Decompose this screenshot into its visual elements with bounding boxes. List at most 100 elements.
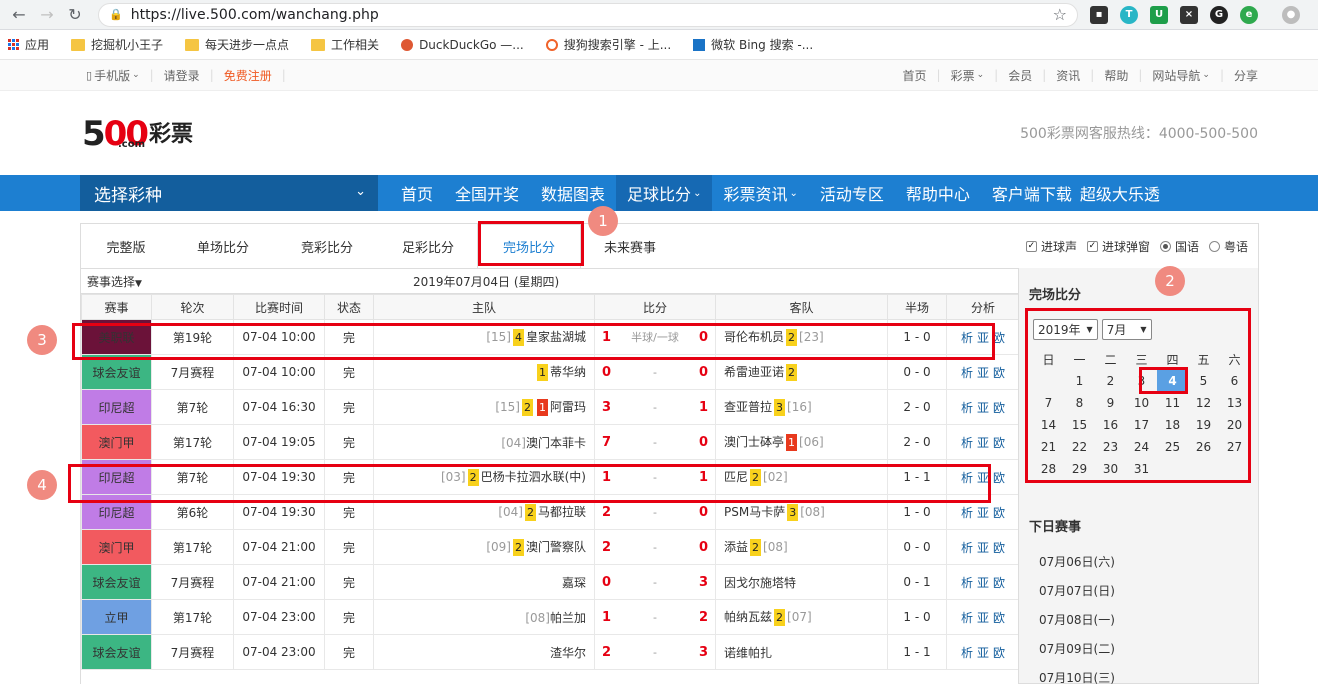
analysis-link[interactable]: 析	[961, 646, 973, 660]
profile-icon[interactable]: ●	[1282, 5, 1300, 24]
away-team-name[interactable]: 匹尼	[724, 470, 748, 484]
evernote-icon[interactable]: e	[1240, 5, 1258, 24]
away-team-name[interactable]: 因戈尔施塔特	[724, 576, 796, 590]
league-cell[interactable]: 美职联	[81, 319, 152, 355]
calendar-day[interactable]: 24	[1126, 436, 1157, 458]
calendar-day[interactable]: 27	[1219, 436, 1250, 458]
calendar-day[interactable]: 8	[1064, 392, 1095, 414]
league-cell[interactable]: 球会友谊	[81, 634, 152, 670]
euro-odds-link[interactable]: 欧	[993, 331, 1005, 345]
calendar-day[interactable]: 20	[1219, 414, 1250, 436]
home-team-name[interactable]: 蒂华纳	[550, 365, 586, 379]
calendar-day[interactable]: 6	[1219, 370, 1250, 392]
euro-odds-link[interactable]: 欧	[993, 611, 1005, 625]
forward-icon[interactable]: →	[36, 4, 58, 26]
calendar-day[interactable]: 26	[1188, 436, 1219, 458]
analysis-link[interactable]: 析	[961, 331, 973, 345]
extension-icon[interactable]: ×	[1180, 5, 1198, 24]
asian-odds-link[interactable]: 亚	[977, 331, 989, 345]
euro-odds-link[interactable]: 欧	[993, 366, 1005, 380]
topbar-link-news[interactable]: 资讯	[1056, 67, 1080, 84]
calendar-day[interactable]: 31	[1126, 458, 1157, 480]
next-day-link[interactable]: 07月08日(一)	[1039, 605, 1258, 634]
away-team-name[interactable]: 添益	[724, 540, 748, 554]
calendar-day[interactable]: 7	[1033, 392, 1064, 414]
asian-odds-link[interactable]: 亚	[977, 576, 989, 590]
address-bar[interactable]: 🔒 https://live.500.com/wanchang.php ☆	[98, 2, 1078, 27]
euro-odds-link[interactable]: 欧	[993, 506, 1005, 520]
extension-icon[interactable]: T	[1120, 5, 1138, 24]
away-team-name[interactable]: 帕纳瓦兹	[724, 610, 772, 624]
tab-jingcai[interactable]: 竞彩比分	[275, 224, 379, 269]
calendar-day[interactable]: 28	[1033, 458, 1064, 480]
bookmark-star-icon[interactable]: ☆	[1053, 5, 1067, 24]
calendar-day[interactable]: 11	[1157, 392, 1188, 414]
calendar-day[interactable]: 17	[1126, 414, 1157, 436]
bookmark-duckduckgo[interactable]: DuckDuckGo —...	[401, 38, 524, 52]
calendar-day[interactable]: 9	[1095, 392, 1126, 414]
league-cell[interactable]: 立甲	[81, 599, 152, 635]
asian-odds-link[interactable]: 亚	[977, 366, 989, 380]
calendar-day[interactable]: 30	[1095, 458, 1126, 480]
league-cell[interactable]: 球会友谊	[81, 564, 152, 600]
next-day-link[interactable]: 07月10日(三)	[1039, 663, 1258, 687]
cantonese-option[interactable]: 粤语	[1208, 238, 1248, 255]
radio-selected-icon[interactable]	[1159, 240, 1171, 252]
shield-icon[interactable]: U	[1150, 5, 1168, 24]
league-cell[interactable]: 印尼超	[81, 389, 152, 425]
league-cell[interactable]: 澳门甲	[81, 424, 152, 460]
checkbox-checked-icon[interactable]: ✓	[1086, 240, 1098, 252]
euro-odds-link[interactable]: 欧	[993, 541, 1005, 555]
calendar-day[interactable]: 3	[1126, 370, 1157, 392]
url-text[interactable]: https://live.500.com/wanchang.php	[131, 7, 379, 23]
asian-odds-link[interactable]: 亚	[977, 611, 989, 625]
goal-popup-option[interactable]: ✓ 进球弹窗	[1086, 238, 1150, 255]
bookmark-folder[interactable]: 每天进步一点点	[185, 36, 289, 53]
topbar-link-lottery[interactable]: 彩票	[951, 67, 975, 84]
away-team-name[interactable]: 希雷迪亚诺	[724, 365, 784, 379]
euro-odds-link[interactable]: 欧	[993, 576, 1005, 590]
asian-odds-link[interactable]: 亚	[977, 401, 989, 415]
euro-odds-link[interactable]: 欧	[993, 401, 1005, 415]
asian-odds-link[interactable]: 亚	[977, 541, 989, 555]
nav-client-download[interactable]: 客户端下载	[981, 175, 1076, 211]
asian-odds-link[interactable]: 亚	[977, 471, 989, 485]
away-team-name[interactable]: 哥伦布机员	[724, 330, 784, 344]
bookmark-folder[interactable]: 挖掘机小王子	[71, 36, 163, 53]
next-day-link[interactable]: 07月07日(日)	[1039, 576, 1258, 605]
euro-odds-link[interactable]: 欧	[993, 646, 1005, 660]
login-link[interactable]: 请登录	[164, 67, 200, 84]
home-team-name[interactable]: 嘉琛	[562, 576, 586, 590]
nav-activities[interactable]: 活动专区	[809, 175, 895, 211]
back-icon[interactable]: ←	[8, 4, 30, 26]
tab-single[interactable]: 单场比分	[171, 224, 275, 269]
calendar-day[interactable]: 23	[1095, 436, 1126, 458]
topbar-link-help[interactable]: 帮助	[1104, 67, 1128, 84]
calendar-day[interactable]: 14	[1033, 414, 1064, 436]
topbar-link-sitenav[interactable]: 网站导航	[1152, 67, 1200, 84]
analysis-link[interactable]: 析	[961, 576, 973, 590]
home-team-name[interactable]: 渣华尔	[550, 646, 586, 660]
calendar-day[interactable]: 29	[1064, 458, 1095, 480]
nav-super-lotto[interactable]: 超级大乐透	[1076, 175, 1171, 211]
topbar-link-share[interactable]: 分享	[1234, 67, 1258, 84]
bookmark-apps[interactable]: 应用	[8, 36, 49, 53]
asian-odds-link[interactable]: 亚	[977, 646, 989, 660]
next-day-link[interactable]: 07月06日(六)	[1039, 547, 1258, 576]
bookmark-bing[interactable]: 微软 Bing 搜索 -...	[693, 36, 813, 53]
bookmark-sogou[interactable]: 搜狗搜索引擎 - 上...	[545, 36, 671, 53]
home-team-name[interactable]: 巴杨卡拉泗水联(中)	[481, 470, 586, 484]
match-select-dropdown[interactable]: 赛事选择▼	[87, 273, 142, 290]
calendar-day[interactable]: 25	[1157, 436, 1188, 458]
home-team-name[interactable]: 澳门本菲卡	[526, 436, 586, 450]
bookmark-folder[interactable]: 工作相关	[311, 36, 379, 53]
calendar-day[interactable]: 22	[1064, 436, 1095, 458]
home-team-name[interactable]: 马都拉联	[538, 505, 586, 519]
analysis-link[interactable]: 析	[961, 506, 973, 520]
asian-odds-link[interactable]: 亚	[977, 506, 989, 520]
league-cell[interactable]: 球会友谊	[81, 354, 152, 390]
analysis-link[interactable]: 析	[961, 401, 973, 415]
league-cell[interactable]: 印尼超	[81, 494, 152, 530]
topbar-link-member[interactable]: 会员	[1008, 67, 1032, 84]
asian-odds-link[interactable]: 亚	[977, 436, 989, 450]
